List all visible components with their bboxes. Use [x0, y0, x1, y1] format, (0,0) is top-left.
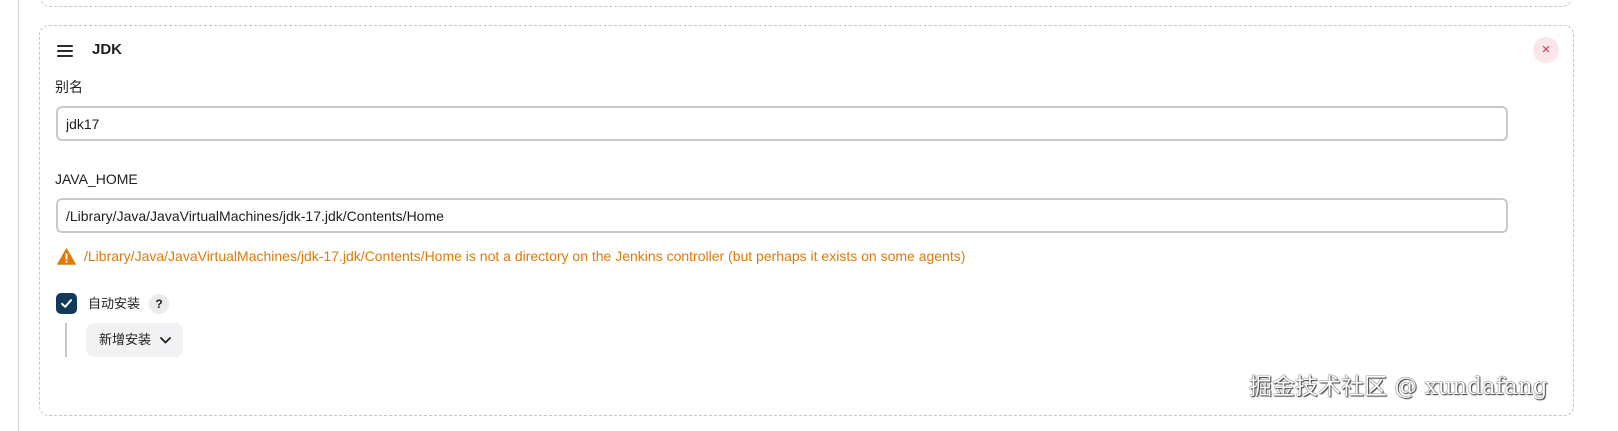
drag-handle-icon[interactable]: [57, 45, 73, 57]
chevron-down-icon: [160, 336, 171, 343]
java-home-label: JAVA_HOME: [55, 171, 138, 187]
card-title: JDK: [92, 41, 123, 58]
add-installer-button[interactable]: 新增安装: [86, 323, 183, 357]
java-home-input[interactable]: [56, 198, 1508, 233]
warning-triangle-icon: [57, 247, 76, 265]
warning-text: /Library/Java/JavaVirtualMachines/jdk-17…: [84, 248, 966, 264]
auto-install-label[interactable]: 自动安装: [88, 296, 140, 312]
add-installer-label: 新增安装: [99, 332, 152, 347]
help-icon[interactable]: ?: [149, 294, 169, 314]
close-icon[interactable]: ×: [1533, 37, 1559, 63]
auto-install-checkbox[interactable]: [56, 293, 77, 314]
name-label: 别名: [55, 79, 83, 95]
jdk-card: JDK × 别名 JAVA_HOME /Library/Java/JavaVir…: [39, 25, 1574, 416]
nested-section-border: [65, 323, 67, 357]
watermark: 掘金技术社区 @ xundafang: [1249, 374, 1548, 400]
previous-jdk-card: [40, 0, 1572, 7]
content-left-border: [18, 0, 19, 431]
validation-warning: /Library/Java/JavaVirtualMachines/jdk-17…: [57, 246, 965, 266]
name-input[interactable]: [56, 106, 1508, 141]
check-icon: [61, 299, 72, 308]
